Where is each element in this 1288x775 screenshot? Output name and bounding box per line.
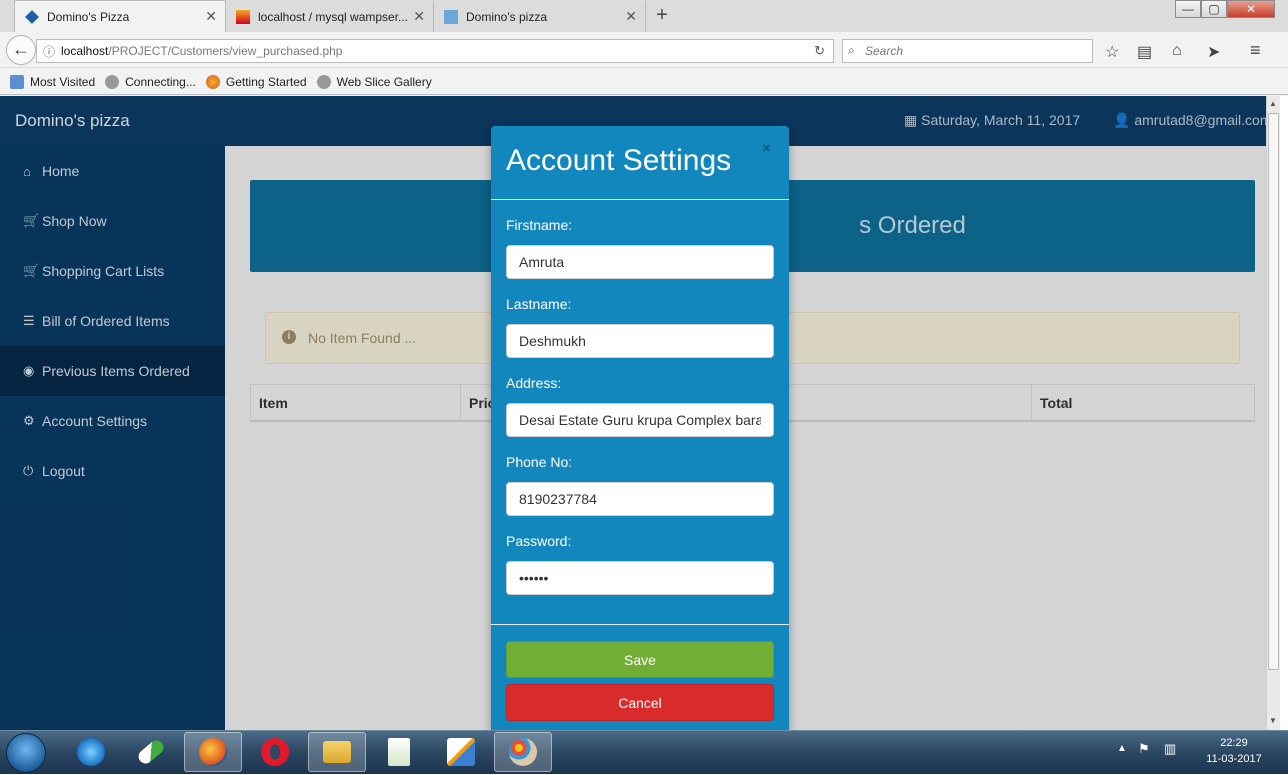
back-arrow-icon: ← — [12, 39, 30, 59]
taskbar-app[interactable] — [432, 732, 490, 772]
tab-close-icon[interactable]: ✕ — [205, 8, 217, 25]
close-window-button[interactable]: ✕ — [1227, 0, 1275, 18]
home-icon[interactable]: ⌂ — [1172, 42, 1182, 60]
bookmark-label: Getting Started — [225, 74, 307, 89]
system-tray: ▲ ⚑ ▥ 22:29 11-03-2017 — [1112, 731, 1288, 775]
reading-list-icon[interactable]: ▤ — [1137, 42, 1152, 62]
bookmark-connecting[interactable]: Connecting... — [105, 74, 196, 89]
bookmark-star-icon[interactable]: ☆ — [1105, 42, 1119, 62]
clock[interactable]: 22:29 11-03-2017 — [1202, 735, 1266, 767]
taskbar-app[interactable] — [122, 732, 180, 772]
taskbar-app[interactable] — [370, 732, 428, 772]
taskbar-app[interactable] — [308, 732, 366, 772]
browser-chrome: Domino's Pizza ✕ localhost / mysql wamps… — [0, 0, 1288, 96]
new-tab-button[interactable]: + — [650, 4, 674, 27]
notepad-icon — [388, 738, 410, 766]
taskbar-app[interactable] — [494, 732, 552, 772]
maximize-button[interactable]: ▢ — [1201, 0, 1227, 18]
paint-icon — [509, 738, 537, 766]
url-host: localhost — [61, 44, 109, 58]
bookmark-most-visited[interactable]: Most Visited — [10, 74, 96, 89]
address-label: Address: — [506, 375, 562, 391]
firefox-icon — [205, 74, 220, 89]
start-button[interactable] — [6, 733, 46, 773]
account-settings-modal: Account Settings × Firstname: Lastname: … — [491, 126, 789, 730]
opera-icon — [261, 738, 289, 766]
file-explorer-icon — [323, 741, 351, 763]
taskbar: ▲ ⚑ ▥ 22:29 11-03-2017 — [0, 730, 1288, 774]
bookmark-label: Connecting... — [125, 74, 196, 89]
tab-close-icon[interactable]: ✕ — [413, 8, 425, 25]
globe-icon — [316, 74, 331, 89]
cancel-button[interactable]: Cancel — [506, 684, 774, 721]
most-visited-icon — [10, 74, 24, 89]
lastname-field[interactable] — [506, 324, 774, 358]
address-field[interactable] — [506, 403, 774, 437]
tab-phpmyadmin[interactable]: localhost / mysql wampser... ✕ — [226, 1, 434, 32]
url-bar[interactable]: ⓘ localhost/PROJECT/Customers/view_purch… — [36, 39, 834, 63]
search-input[interactable]: ⌕ Search — [842, 39, 1093, 63]
firefox-icon — [199, 738, 227, 766]
tab-dominos-pizza[interactable]: Domino's Pizza ✕ — [14, 0, 226, 32]
globe-icon — [105, 74, 120, 89]
send-icon[interactable]: ➤ — [1207, 42, 1220, 62]
bookmark-label: Web Slice Gallery — [336, 74, 432, 89]
bookmark-getting-started[interactable]: Getting Started — [205, 74, 307, 89]
save-button[interactable]: Save — [506, 641, 774, 678]
bookmark-label: Most Visited — [30, 74, 96, 89]
search-placeholder: Search — [865, 44, 904, 58]
search-icon: ⌕ — [848, 43, 855, 57]
password-field[interactable] — [506, 561, 774, 595]
show-hidden-icons-icon[interactable]: ▲ — [1117, 743, 1127, 754]
taskbar-app[interactable] — [62, 732, 120, 772]
taskbar-app[interactable] — [184, 732, 242, 772]
network-icon[interactable]: ▥ — [1164, 741, 1176, 757]
page-favicon-icon — [444, 9, 458, 24]
tab-strip: Domino's Pizza ✕ localhost / mysql wamps… — [0, 0, 1288, 32]
action-center-flag-icon[interactable]: ⚑ — [1138, 741, 1150, 757]
site-info-icon[interactable]: ⓘ — [37, 43, 61, 60]
clock-time: 22:29 — [1220, 737, 1248, 749]
web-page: Domino's pizza ▦ Saturday, March 11, 201… — [0, 96, 1266, 730]
minimize-button[interactable]: — — [1175, 0, 1201, 18]
internet-explorer-icon — [77, 738, 105, 766]
menu-icon[interactable]: ≡ — [1250, 40, 1261, 61]
password-label: Password: — [506, 533, 572, 549]
vertical-scrollbar[interactable]: ▲ ▼ — [1266, 96, 1280, 730]
dominos-favicon-icon — [25, 9, 39, 24]
pill-app-icon — [135, 737, 167, 767]
tab-label: Domino's Pizza — [47, 9, 130, 24]
scroll-down-icon[interactable]: ▼ — [1269, 716, 1277, 725]
tab-dominos-pizza-2[interactable]: Domino's pizza ✕ — [434, 1, 646, 32]
phone-label: Phone No: — [506, 454, 573, 470]
back-button[interactable]: ← — [6, 35, 36, 65]
modal-close-button[interactable]: × — [762, 140, 771, 157]
reload-icon[interactable]: ↻ — [814, 43, 825, 59]
pen-app-icon — [447, 738, 475, 766]
tab-label: localhost / mysql wampser... — [258, 9, 408, 24]
modal-header-divider — [491, 199, 789, 200]
firstname-field[interactable] — [506, 245, 774, 279]
tab-label: Domino's pizza — [466, 9, 547, 24]
phpmyadmin-favicon-icon — [236, 9, 250, 24]
lastname-label: Lastname: — [506, 296, 572, 312]
modal-title: Account Settings — [506, 144, 732, 177]
taskbar-app[interactable] — [246, 732, 304, 772]
scrollbar-thumb[interactable] — [1268, 113, 1279, 670]
bookmark-web-slice-gallery[interactable]: Web Slice Gallery — [316, 74, 432, 89]
bookmarks-bar: Most Visited Connecting... Getting Start… — [0, 69, 1288, 95]
modal-footer-divider — [491, 624, 789, 625]
firstname-label: Firstname: — [506, 217, 573, 233]
clock-date: 11-03-2017 — [1206, 753, 1262, 765]
phone-field[interactable] — [506, 482, 774, 516]
scroll-up-icon[interactable]: ▲ — [1269, 99, 1277, 108]
url-path: /PROJECT/Customers/view_purchased.php — [108, 44, 343, 58]
nav-toolbar: ← ⓘ localhost/PROJECT/Customers/view_pur… — [0, 32, 1288, 68]
tab-close-icon[interactable]: ✕ — [625, 8, 637, 25]
